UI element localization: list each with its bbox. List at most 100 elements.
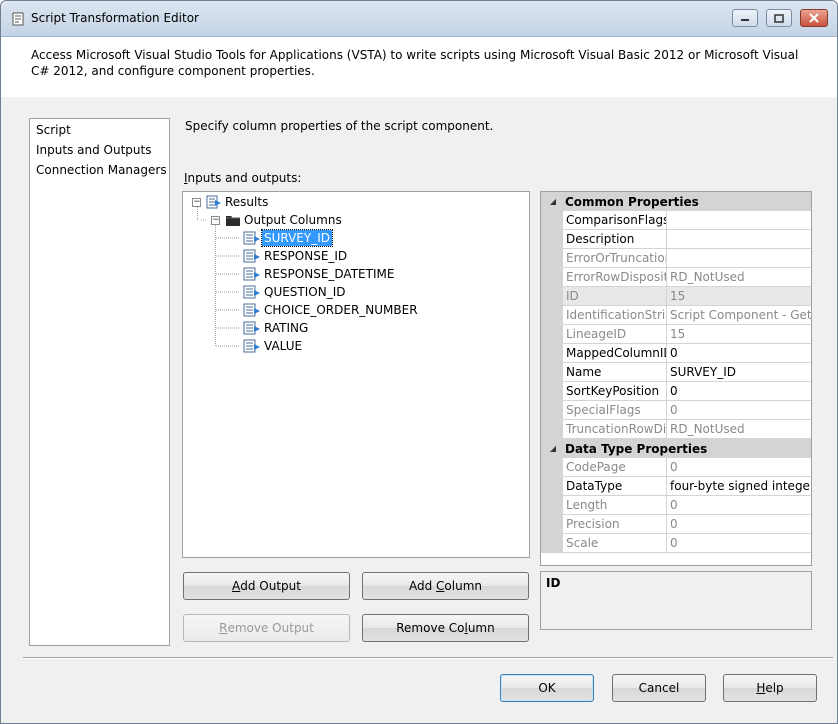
property-row-lineageid[interactable]: LineageID15 — [541, 325, 812, 344]
tree-node-column[interactable]: VALUE — [242, 338, 304, 354]
collapse-triangle-icon[interactable]: ◢ — [541, 197, 565, 206]
tree-node-column[interactable]: SURVEY_ID — [242, 230, 332, 246]
tree-node-column[interactable]: QUESTION_ID — [242, 284, 348, 300]
add-output-button[interactable]: Add Output — [183, 572, 350, 600]
property-name: Precision — [563, 515, 667, 534]
property-help-title: ID — [546, 576, 560, 590]
property-name: SpecialFlags — [563, 401, 667, 420]
tree-lines — [183, 192, 530, 558]
folder-icon — [224, 212, 242, 228]
property-value[interactable] — [667, 230, 812, 249]
tree-node-column[interactable]: RESPONSE_DATETIME — [242, 266, 396, 282]
property-value: 0 — [667, 401, 812, 420]
property-name: ErrorOrTruncationO — [563, 249, 667, 268]
property-value: 0 — [667, 515, 812, 534]
property-value[interactable]: four-byte signed integer [D — [667, 477, 812, 496]
tree-node-column[interactable]: RESPONSE_ID — [242, 248, 349, 264]
add-column-button[interactable]: Add Column — [362, 572, 529, 600]
help-button[interactable]: Help — [723, 674, 817, 702]
property-row-codepage[interactable]: CodePage0 — [541, 458, 812, 477]
column-icon — [242, 266, 262, 282]
property-row-mappedcolumnid[interactable]: MappedColumnID0 — [541, 344, 812, 363]
property-name: Length — [563, 496, 667, 515]
column-label: RESPONSE_ID — [262, 248, 349, 264]
property-value: 0 — [667, 534, 812, 553]
tree-node-output-columns[interactable]: Output Columns — [224, 212, 344, 228]
nav-item-connection-managers[interactable]: Connection Managers — [36, 163, 167, 177]
ok-button[interactable]: OK — [500, 674, 594, 702]
property-name: ID — [563, 287, 667, 306]
tree-node-column[interactable]: CHOICE_ORDER_NUMBER — [242, 302, 420, 318]
property-row-truncationrowdisposition[interactable]: TruncationRowDispRD_NotUsed — [541, 420, 812, 439]
property-value: RD_NotUsed — [667, 268, 812, 287]
page-instruction: Specify column properties of the script … — [185, 119, 493, 133]
close-button[interactable] — [800, 9, 828, 27]
property-name: Name — [563, 363, 667, 382]
property-row-errorrowdisposition[interactable]: ErrorRowDispositioRD_NotUsed — [541, 268, 812, 287]
property-name: SortKeyPosition — [563, 382, 667, 401]
property-row-specialflags[interactable]: SpecialFlags0 — [541, 401, 812, 420]
property-row-comparisonflags[interactable]: ComparisonFlags — [541, 211, 812, 230]
script-icon — [11, 12, 25, 26]
property-grid[interactable]: ◢ Common Properties ComparisonFlags Desc… — [540, 191, 812, 566]
window-title: Script Transformation Editor — [31, 11, 199, 25]
inputs-outputs-label: Inputs and outputs: — [184, 171, 301, 185]
property-row-identificationstring[interactable]: IdentificationStringScript Component - G… — [541, 306, 812, 325]
nav-item-script[interactable]: Script — [36, 123, 71, 137]
column-label: VALUE — [262, 338, 304, 354]
property-help-panel: ID — [540, 571, 812, 630]
property-value[interactable]: SURVEY_ID — [667, 363, 812, 382]
property-value — [667, 249, 812, 268]
tree-node-column[interactable]: RATING — [242, 320, 310, 336]
property-row-description[interactable]: Description — [541, 230, 812, 249]
property-value: Script Component - Get Su — [667, 306, 812, 325]
property-row-length[interactable]: Length0 — [541, 496, 812, 515]
close-icon — [809, 13, 819, 23]
property-row-name[interactable]: NameSURVEY_ID — [541, 363, 812, 382]
column-icon — [242, 230, 262, 246]
property-row-scale[interactable]: Scale0 — [541, 534, 812, 553]
root-collapse-toggle[interactable]: − — [192, 198, 201, 207]
property-name: DataType — [563, 477, 667, 496]
title-bar: Script Transformation Editor — [1, 1, 837, 37]
property-value[interactable]: 0 — [667, 382, 812, 401]
property-row-precision[interactable]: Precision0 — [541, 515, 812, 534]
property-row-sortkeyposition[interactable]: SortKeyPosition0 — [541, 382, 812, 401]
category-common-properties[interactable]: ◢ Common Properties — [541, 192, 812, 211]
property-value: 15 — [667, 287, 812, 306]
category-data-type-properties[interactable]: ◢ Data Type Properties — [541, 439, 812, 458]
group-collapse-toggle[interactable]: − — [211, 216, 220, 225]
column-label: CHOICE_ORDER_NUMBER — [262, 302, 420, 318]
column-label: RESPONSE_DATETIME — [262, 266, 396, 282]
remove-column-button[interactable]: Remove Column — [362, 614, 529, 642]
column-label: QUESTION_ID — [262, 284, 348, 300]
script-transformation-editor-window: Script Transformation Editor Access Micr… — [0, 0, 838, 724]
column-icon — [242, 338, 262, 354]
property-row-datatype[interactable]: DataTypefour-byte signed integer [D — [541, 477, 812, 496]
collapse-triangle-icon[interactable]: ◢ — [541, 444, 565, 453]
property-name: Description — [563, 230, 667, 249]
property-name: ErrorRowDispositio — [563, 268, 667, 287]
page-navigation: Script Inputs and Outputs Connection Man… — [29, 118, 170, 646]
property-value[interactable] — [667, 211, 812, 230]
cancel-button[interactable]: Cancel — [612, 674, 706, 702]
property-value[interactable]: 0 — [667, 344, 812, 363]
column-label: SURVEY_ID — [262, 230, 332, 246]
property-name: MappedColumnID — [563, 344, 667, 363]
tree-node-label: Results — [223, 194, 270, 210]
property-name: ComparisonFlags — [563, 211, 667, 230]
column-icon — [242, 302, 262, 318]
maximize-button[interactable] — [766, 9, 792, 27]
tree-node-results[interactable]: Results — [205, 194, 270, 210]
property-row-errorortruncation[interactable]: ErrorOrTruncationO — [541, 249, 812, 268]
maximize-icon — [774, 14, 784, 23]
minimize-button[interactable] — [732, 9, 758, 27]
inputs-outputs-tree[interactable]: − − Results Output Columns SURVEY_ID RES… — [182, 191, 530, 558]
property-value: 0 — [667, 458, 812, 477]
property-name: IdentificationString — [563, 306, 667, 325]
column-icon — [242, 320, 262, 336]
column-label: RATING — [262, 320, 310, 336]
nav-item-inputs-and-outputs[interactable]: Inputs and Outputs — [36, 143, 151, 157]
remove-output-button[interactable]: Remove Output — [183, 614, 350, 642]
property-row-id[interactable]: ID15 — [541, 287, 812, 306]
